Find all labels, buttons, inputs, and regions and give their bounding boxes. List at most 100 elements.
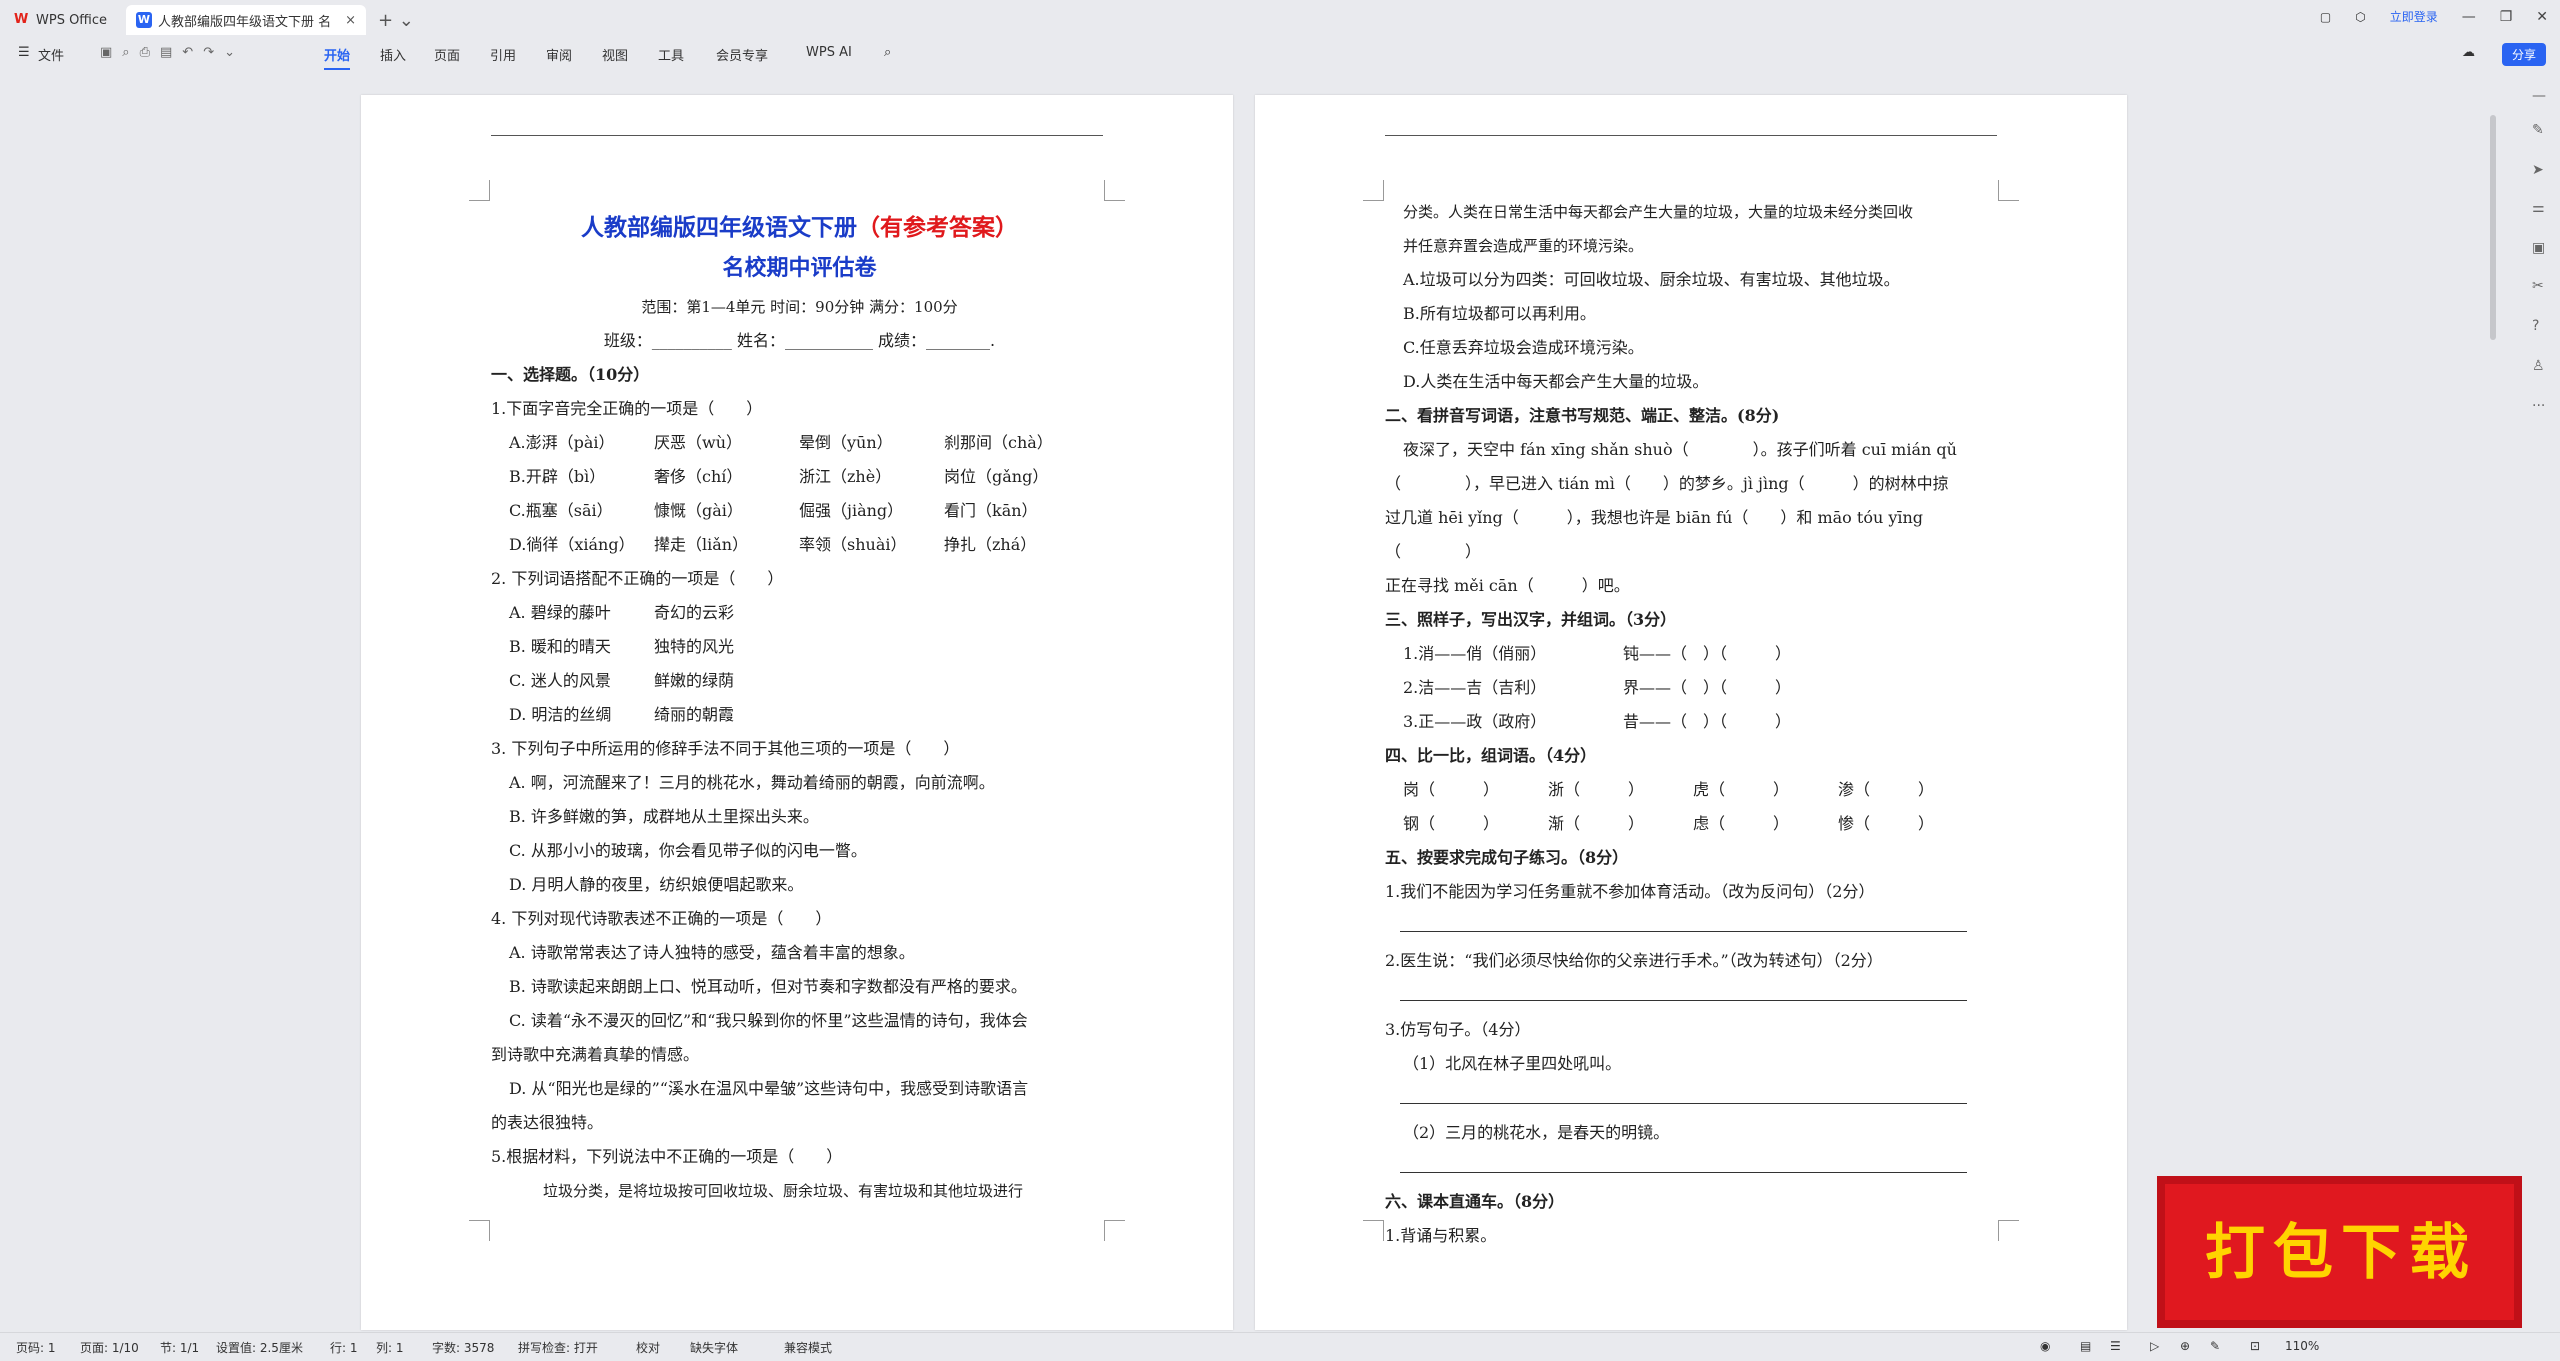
tab-view[interactable]: 视图	[602, 45, 628, 64]
q2-option-b: B. 暖和的晴天 独特的风光	[509, 637, 735, 656]
zoom-level[interactable]: 110%	[2285, 1339, 2319, 1353]
shirt-icon[interactable]: ♙	[2532, 358, 2545, 374]
edit-view-icon[interactable]: ✎	[2210, 1339, 2220, 1353]
doc-title: 人教部编版四年级语文下册（有参考答案）	[581, 214, 1018, 241]
answer-line[interactable]	[1400, 978, 1967, 1001]
question-3: 3. 下列句子中所运用的修辞手法不同于其他三项的一项是（ ）	[491, 739, 960, 758]
s3-row-1: 1.消——俏（俏丽） 钝——（ ）（ ）	[1403, 644, 1792, 663]
pen-icon[interactable]: ✎	[2532, 122, 2544, 138]
status-setting[interactable]: 设置值: 2.5厘米	[216, 1339, 303, 1356]
tab-tools[interactable]: 工具	[658, 45, 684, 64]
margin-corner	[1104, 180, 1125, 201]
status-pages[interactable]: 页面: 1/10	[80, 1339, 139, 1356]
answer-line[interactable]	[1400, 1150, 1967, 1173]
pointer-icon[interactable]: ➤	[2532, 162, 2544, 178]
s6-question-1: 1.背诵与积累。	[1385, 1226, 1497, 1245]
search-icon[interactable]: ⌕	[884, 45, 891, 60]
margin-corner	[1363, 1220, 1384, 1241]
window-controls: ▢ ⬡ 立即登录 — ❐ ✕	[2308, 8, 2560, 25]
close-tab-icon[interactable]: ×	[345, 13, 356, 28]
play-icon[interactable]: ▷	[2150, 1339, 2159, 1353]
vertical-scrollbar[interactable]	[2490, 115, 2496, 340]
fit-icon[interactable]: ⊡	[2250, 1339, 2260, 1353]
q4-option-c-cont: 到诗歌中充满着真挚的情感。	[491, 1045, 700, 1064]
q4-option-a: A. 诗歌常常表达了诗人独特的感受，蕴含着丰富的想象。	[509, 943, 915, 962]
login-button[interactable]: 立即登录	[2390, 8, 2438, 25]
document-page-2[interactable]: 分类。人类在日常生活中每天都会产生大量的垃圾，大量的垃圾未经分类回收 并任意弃置…	[1255, 95, 2127, 1330]
adjust-icon[interactable]: ⚌	[2532, 200, 2545, 216]
section-5-heading: 五、按要求完成句子练习。（8分）	[1385, 848, 1629, 867]
page-view-icon[interactable]: ▤	[2080, 1339, 2091, 1353]
redo-icon[interactable]: ↷	[203, 45, 214, 60]
status-spellcheck[interactable]: 拼写检查: 打开	[518, 1339, 598, 1356]
q1-option-d: D.徜徉（xiáng） 撵走（liǎn） 率领（shuài） 挣扎（zhá）	[509, 535, 1037, 554]
q3-option-b: B. 许多鲜嫩的笋，成群地从土里探出头来。	[509, 807, 819, 826]
question-5: 5.根据材料，下列说法中不正确的一项是（ ）	[491, 1147, 843, 1166]
q2-option-c: C. 迷人的风景 鲜嫩的绿荫	[509, 671, 735, 690]
header-line	[1385, 135, 1997, 136]
close-window-icon[interactable]: ✕	[2536, 9, 2548, 25]
wps-ai-button[interactable]: WPS AI	[806, 45, 852, 60]
cube-icon[interactable]: ⬡	[2355, 10, 2365, 24]
margin-corner	[1104, 1220, 1125, 1241]
outline-view-icon[interactable]: ☰	[2110, 1339, 2121, 1353]
right-side-toolbar: — ✎ ➤ ⚌ ▣ ✂ ? ♙ ···	[2520, 70, 2560, 1328]
cloud-icon[interactable]: ☁	[2462, 45, 2475, 60]
window-layout-icon[interactable]: ▢	[2320, 10, 2331, 24]
pinyin-line-3: 过几道 hēi yǐng（ ），我想也许是 biān fú（ ）和 māo tó…	[1385, 508, 1924, 561]
download-banner[interactable]: 打包下载	[2157, 1176, 2522, 1328]
document-page-1[interactable]: 人教部编版四年级语文下册（有参考答案） 名校期中评估卷 范围：第1—4单元 时间…	[361, 95, 1233, 1330]
tools-icon[interactable]: ✂	[2532, 278, 2544, 294]
pinyin-line-4: 正在寻找 měi cān（ ）吧。	[1385, 576, 1630, 595]
web-view-icon[interactable]: ⊕	[2180, 1339, 2190, 1353]
save-icon[interactable]: ▣	[100, 45, 112, 60]
answer-line[interactable]	[1400, 1081, 1967, 1104]
new-tab-icon[interactable]: + ⌄	[378, 10, 414, 31]
status-section: 节: 1/1	[160, 1341, 200, 1355]
section-2-heading: 二、看拼音写词语，注意书写规范、端正、整洁。(8分)	[1385, 406, 1780, 425]
section-3-heading: 三、照样子，写出汉字，并组词。（3分）	[1385, 610, 1677, 629]
undo-icon[interactable]: ↶	[182, 45, 193, 60]
minimize-icon[interactable]: —	[2462, 9, 2476, 25]
tab-page[interactable]: 页面	[434, 45, 460, 64]
share-button[interactable]: 分享	[2501, 43, 2546, 66]
s4-row-2: 钢（ ）渐（ ）虑（ ）惨（ ）	[1403, 814, 1935, 833]
menu-icon[interactable]: ☰	[18, 45, 30, 60]
collapse-icon[interactable]: —	[2532, 88, 2546, 104]
tab-document[interactable]: W 人教部编版四年级语文下册 名 ×	[126, 5, 366, 35]
status-wordcount[interactable]: 字数: 3578	[432, 1339, 494, 1356]
tab-review[interactable]: 审阅	[546, 45, 572, 64]
tab-member[interactable]: 会员专享	[716, 45, 768, 64]
status-page: 页码: 1	[16, 1341, 56, 1355]
eye-icon[interactable]: ◉	[2040, 1339, 2050, 1353]
header-line	[491, 135, 1103, 136]
s5-question-3: 3.仿写句子。（4分）	[1385, 1020, 1531, 1039]
tab-home[interactable]: 开始	[324, 45, 351, 70]
find-icon[interactable]: ⌕	[122, 45, 129, 60]
help-icon[interactable]: ?	[2532, 318, 2539, 334]
q3-option-d: D. 月明人静的夜里，纺织娘便唱起歌来。	[509, 875, 804, 894]
question-2: 2. 下列词语搭配不正确的一项是（ ）	[491, 569, 784, 588]
status-proof[interactable]: 校对	[636, 1339, 660, 1356]
status-missing-font[interactable]: 缺失字体	[690, 1339, 738, 1356]
more-options-icon[interactable]: ···	[2532, 398, 2545, 414]
restore-icon[interactable]: ❐	[2500, 9, 2513, 25]
tab-wps-office[interactable]: W WPS Office	[14, 5, 119, 35]
scope-line: 范围：第1—4单元 时间：90分钟 满分：100分	[641, 298, 958, 316]
q4-option-c: C. 读着“永不漫灭的回忆”和“我只躲到你的怀里”这些温情的诗句，我体会	[509, 1011, 1028, 1030]
print-icon[interactable]: ⎙	[140, 45, 150, 60]
s5-question-3b: （2）三月的桃花水，是春天的明镜。	[1403, 1123, 1670, 1142]
s5-question-2: 2.医生说：“我们必须尽快给你的父亲进行手术。”（改为转述句）（2分）	[1385, 951, 1883, 970]
print-preview-icon[interactable]: ▤	[160, 45, 172, 60]
file-menu[interactable]: 文件	[38, 45, 64, 64]
q4-option-d-cont: 的表达很独特。	[491, 1113, 604, 1132]
image-icon[interactable]: ▣	[2532, 240, 2545, 256]
q5-option-d: D.人类在生活中每天都会产生大量的垃圾。	[1403, 372, 1709, 391]
margin-corner	[1363, 180, 1384, 201]
tab-reference[interactable]: 引用	[490, 45, 516, 64]
tab-insert[interactable]: 插入	[380, 45, 406, 64]
more-icon[interactable]: ⌄	[224, 45, 235, 60]
section-4-heading: 四、比一比，组词语。（4分）	[1385, 746, 1597, 765]
section-6-heading: 六、课本直通车。（8分）	[1385, 1192, 1565, 1211]
answer-line[interactable]	[1400, 909, 1967, 932]
